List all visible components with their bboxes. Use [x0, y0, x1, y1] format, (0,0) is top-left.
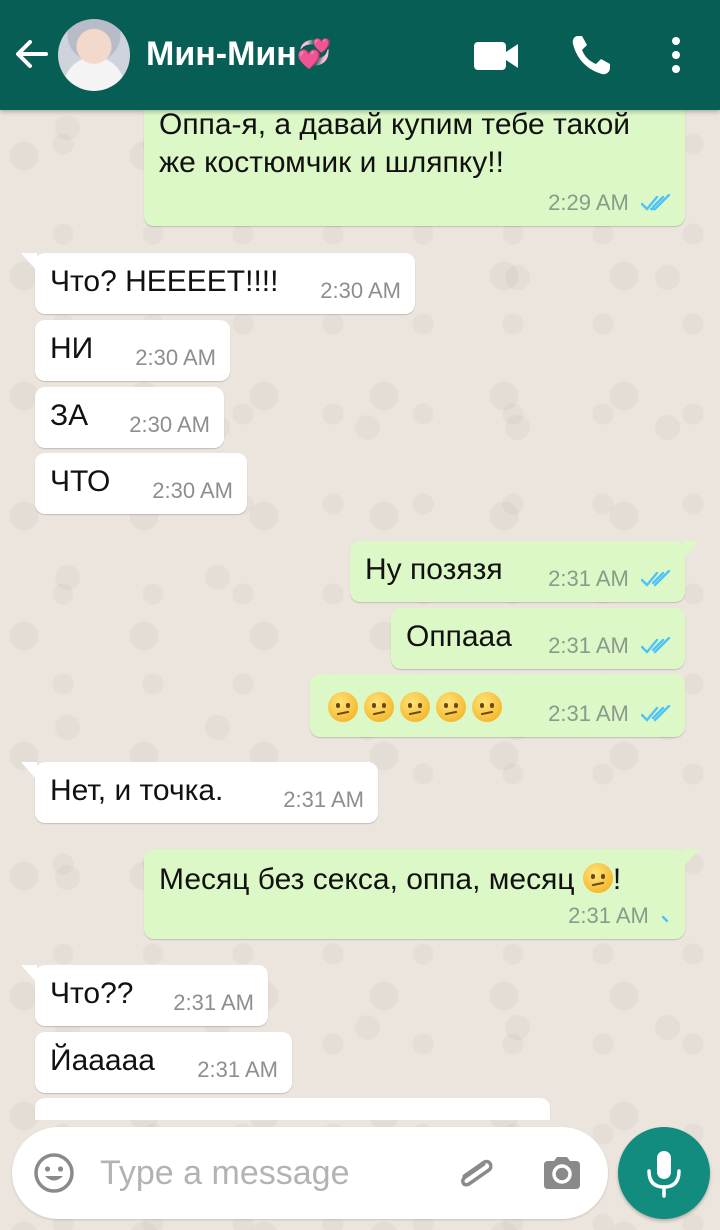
paperclip-icon	[461, 1159, 493, 1187]
double-check-icon	[641, 570, 671, 587]
message-text: Нет, и точка.	[50, 774, 224, 807]
message-text: Месяц без секса, оппа, месяц	[159, 863, 575, 896]
message-text: Оппа-я, а давай купим тебе такой	[159, 110, 631, 141]
message-time: 2:30 AM	[135, 345, 216, 370]
message-bubble-outgoing[interactable]: Оппааа 2:31 AM	[391, 608, 685, 669]
confused-face-emoji	[400, 692, 430, 722]
attach-button[interactable]	[452, 1149, 500, 1197]
voice-call-button[interactable]	[568, 32, 616, 78]
video-camera-icon	[474, 42, 518, 70]
double-check-icon	[641, 705, 671, 722]
message-meta: 2:31 AM	[548, 633, 671, 659]
message-time: 2:31 AM	[197, 1057, 278, 1082]
message-time: 2:31 AM	[548, 566, 629, 591]
camera-icon	[544, 1157, 580, 1189]
message-text-suffix: !	[612, 863, 622, 896]
message-time: 2:29 AM	[548, 190, 629, 215]
message-text: Йааааа	[50, 1044, 155, 1077]
message-bubble-incoming[interactable]: НИ 2:30 AM	[35, 320, 230, 381]
message-bubble-incoming-partial[interactable]	[35, 1098, 550, 1120]
double-check-icon	[641, 637, 671, 654]
voice-message-button[interactable]	[618, 1127, 710, 1219]
arrow-left-icon	[16, 40, 48, 68]
sending-indicator-icon	[661, 915, 669, 923]
message-input[interactable]	[100, 1149, 430, 1197]
message-bubble-incoming[interactable]: Нет, и точка. 2:31 AM	[21, 762, 378, 823]
message-bubble-incoming[interactable]: Что? НЕЕЕЕТ!!!! 2:30 AM	[21, 253, 415, 314]
message-meta: 2:31 AM	[548, 566, 671, 592]
message-text: Что? НЕЕЕЕТ!!!!	[50, 265, 279, 298]
message-bubble-outgoing[interactable]: Месяц без секса, оппа, месяц ! 2:31 AM	[144, 849, 699, 939]
message-text: Ну позязя	[365, 553, 503, 586]
message-text: Оппааа	[406, 620, 512, 653]
contact-avatar[interactable]	[58, 19, 130, 91]
confused-face-emoji	[364, 692, 394, 722]
message-time: 2:31 AM	[568, 903, 649, 928]
message-text: НИ	[50, 332, 94, 365]
message-text-line2: же костюмчик и шляпку!!	[159, 146, 504, 179]
contact-name-block[interactable]: Мин-Мин💞	[146, 35, 332, 74]
confused-face-emoji	[582, 863, 613, 893]
chat-header: Мин-Мин💞	[0, 0, 720, 110]
phone-icon	[572, 36, 610, 75]
message-list[interactable]: Оппа-я, а давай купим тебе такой же кост…	[0, 110, 720, 1120]
message-composer	[12, 1127, 608, 1219]
message-bubble-incoming[interactable]: ЧТО 2:30 AM	[35, 453, 247, 514]
message-text: Что??	[50, 977, 134, 1010]
message-bubble-incoming[interactable]: Что?? 2:31 AM	[21, 965, 268, 1026]
message-meta: 2:29 AM	[548, 190, 671, 216]
message-bubble-outgoing[interactable]: Ну позязя 2:31 AM	[350, 541, 699, 602]
message-time: 2:31 AM	[283, 787, 364, 812]
message-bubble-outgoing[interactable]: Оппа-я, а давай купим тебе такой же кост…	[144, 110, 685, 226]
message-time: 2:31 AM	[173, 990, 254, 1015]
camera-button[interactable]	[540, 1151, 584, 1195]
message-text: ЧТО	[50, 465, 111, 498]
message-bubble-incoming[interactable]: ЗА 2:30 AM	[35, 387, 224, 448]
message-time: 2:30 AM	[152, 478, 233, 503]
bubble-tail	[21, 253, 37, 271]
message-text-row: Месяц без секса, оппа, месяц !	[159, 861, 621, 899]
message-bubble-incoming[interactable]: Йааааа 2:31 AM	[35, 1032, 292, 1093]
microphone-icon	[647, 1151, 681, 1198]
emoji-icon	[34, 1153, 74, 1193]
message-time: 2:31 AM	[548, 633, 629, 658]
message-meta: 2:31 AM	[548, 701, 671, 727]
contact-name: Мин-Мин	[146, 35, 297, 73]
confused-face-emoji	[472, 692, 502, 722]
bubble-tail	[683, 541, 699, 559]
bubble-tail	[21, 762, 37, 780]
confused-face-emoji	[436, 692, 466, 722]
heart-emoji: 💞	[296, 38, 332, 69]
more-options-button[interactable]	[660, 32, 692, 78]
confused-face-emoji	[328, 692, 358, 722]
message-time: 2:30 AM	[129, 412, 210, 437]
video-call-button[interactable]	[472, 36, 522, 76]
message-time: 2:30 AM	[320, 278, 401, 303]
message-text: ЗА	[50, 399, 89, 432]
emoji-button[interactable]	[32, 1151, 76, 1195]
double-check-icon	[641, 194, 671, 211]
bubble-tail	[683, 849, 699, 867]
message-time: 2:31 AM	[548, 701, 629, 726]
back-button[interactable]	[10, 32, 54, 76]
more-vert-icon	[672, 37, 680, 73]
message-bubble-outgoing[interactable]: 2:31 AM	[310, 674, 685, 737]
message-meta: 2:31 AM	[568, 903, 671, 929]
emoji-row	[328, 690, 508, 728]
bubble-tail	[21, 965, 37, 983]
